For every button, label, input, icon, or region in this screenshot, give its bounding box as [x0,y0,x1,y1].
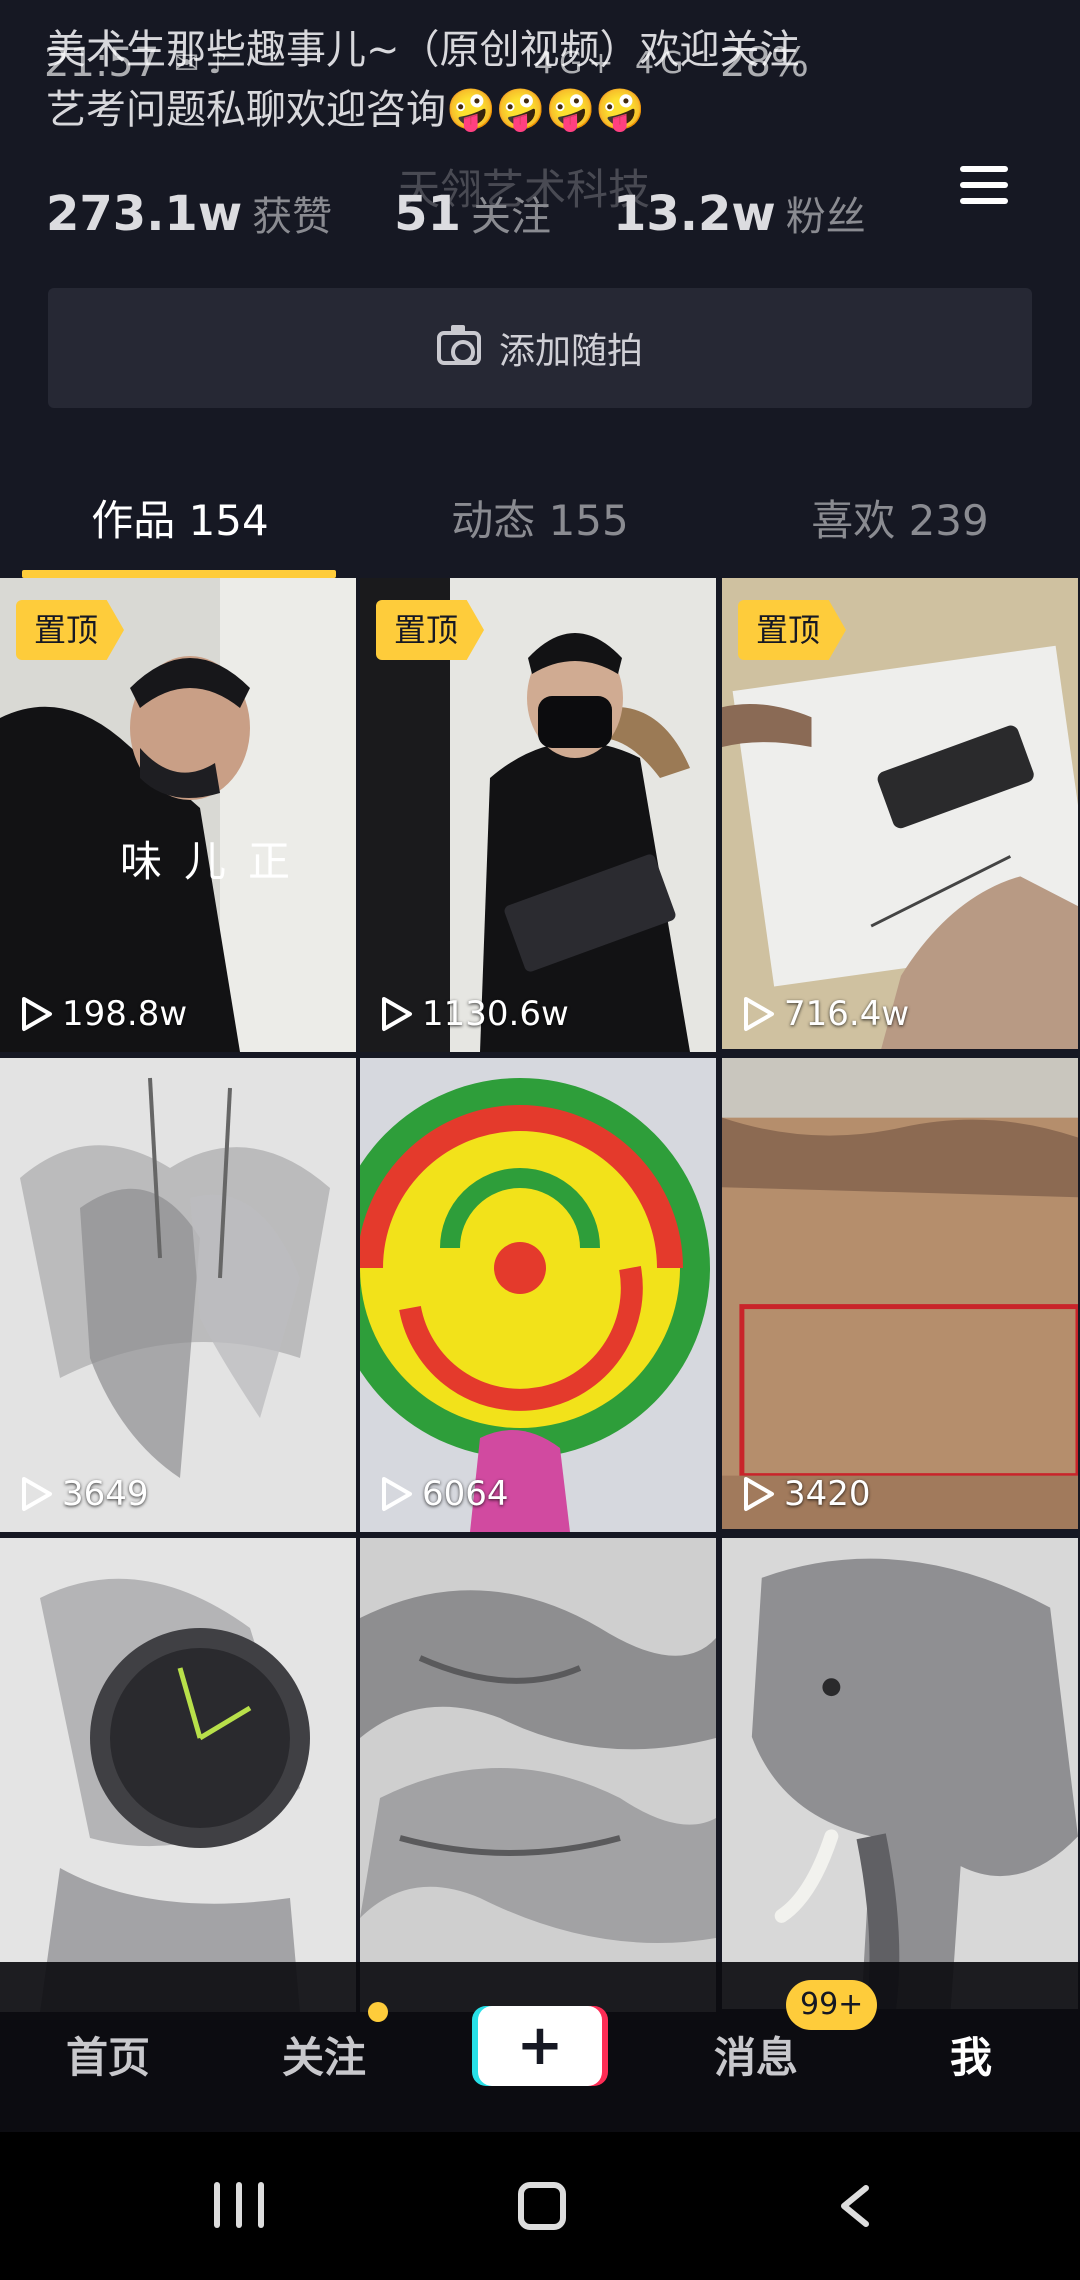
nav-messages[interactable]: 消息 [714,2024,798,2085]
battery-level: 28% [720,40,809,86]
tab-works[interactable]: 作品 154 [0,480,360,578]
tab-moments[interactable]: 动态 155 [360,480,720,578]
play-count-value: 6064 [422,1474,509,1514]
video-item[interactable]: 3649 [0,1058,356,1532]
play-count-value: 3649 [62,1474,149,1514]
add-moment-label: 添加随拍 [498,331,643,372]
stat-following[interactable]: 51 关注 [394,184,551,242]
video-thumbnail [0,1538,356,2012]
play-count: 3649 [18,1474,149,1514]
video-item[interactable]: 置顶 716.4w [722,578,1078,1052]
new-content-dot [368,2002,388,2022]
play-count-value: 716.4w [784,994,910,1034]
profile-header: 美术生那些趣事儿~（原创视频）欢迎关注 艺考问题私聊欢迎咨询🤪🤪🤪🤪 21:57… [0,0,1080,578]
video-item[interactable]: 6064 [360,1058,716,1532]
nav-home[interactable]: 首页 [66,2024,150,2085]
video-grid: 味儿正 置顶 198.8w 置顶 1130.6w 置顶 716.4w 3649 … [0,578,1080,2018]
stat-likes-count: 273.1w [46,186,243,242]
pinned-badge: 置顶 [738,600,846,660]
tab-likes[interactable]: 喜欢 239 [720,480,1080,578]
stat-followers-label: 粉丝 [785,194,866,240]
back-icon[interactable] [836,2184,872,2228]
video-thumbnail [360,1058,716,1532]
create-video-button[interactable]: + [478,2006,602,2086]
plus-icon: + [516,2013,564,2078]
profile-tabs: 作品 154 动态 155 喜欢 239 [0,480,1080,578]
system-nav-bar [0,2132,1080,2280]
menu-icon[interactable] [960,166,1008,206]
play-count: 198.8w [18,994,187,1034]
play-count-value: 3420 [784,1474,871,1514]
stat-likes[interactable]: 273.1w 获赞 [46,184,332,242]
stat-following-label: 关注 [470,194,551,240]
camera-icon [436,325,481,365]
video-item[interactable] [360,1538,716,2012]
play-icon [744,997,774,1031]
pinned-badge: 置顶 [376,600,484,660]
video-thumbnail [722,1538,1078,2010]
stat-followers-count: 13.2w [612,186,776,242]
notification-icons: ✉ ♪ [174,46,228,81]
nav-following[interactable]: 关注 [282,2024,366,2085]
nav-me[interactable]: 我 [950,2024,992,2085]
play-icon [382,1477,412,1511]
pinned-badge: 置顶 [16,600,124,660]
video-thumbnail [722,1058,1078,1530]
recent-apps-icon[interactable] [214,2182,264,2228]
home-icon[interactable] [518,2182,566,2230]
play-count-value: 1130.6w [422,994,569,1034]
play-count: 1130.6w [378,994,569,1034]
play-count: 6064 [378,1474,509,1514]
status-time: 21:57 [44,40,160,86]
play-icon [22,1477,52,1511]
play-icon [744,1477,774,1511]
bottom-nav: 首页 关注 + 消息 99+ 我 [0,1962,1080,2132]
play-count-value: 198.8w [62,994,188,1034]
play-icon [382,997,412,1031]
stat-following-count: 51 [394,186,461,242]
stat-followers[interactable]: 13.2w 粉丝 [613,184,866,242]
signal-icon: 4G+ 4G [534,46,690,81]
video-thumbnail [0,1058,356,1532]
video-item[interactable]: 味儿正 置顶 198.8w [0,578,356,1052]
play-count: 716.4w [740,994,909,1034]
video-item[interactable]: 3420 [722,1058,1078,1532]
add-moment-button[interactable]: 添加随拍 [48,288,1032,408]
profile-stats: 273.1w 获赞 51 关注 13.2w 粉丝 [46,184,928,248]
video-item[interactable]: 置顶 1130.6w [360,578,716,1052]
video-item[interactable] [722,1538,1078,2012]
video-caption: 味儿正 [120,837,313,886]
video-item[interactable] [0,1538,356,2012]
stat-likes-label: 获赞 [252,194,333,240]
status-bar: 21:57 ✉ ♪ 4G+ 4G 28% [44,40,1044,100]
play-count: 3420 [740,1474,871,1514]
video-thumbnail [360,1538,716,2012]
messages-badge: 99+ [786,1980,878,2030]
play-icon [22,997,52,1031]
